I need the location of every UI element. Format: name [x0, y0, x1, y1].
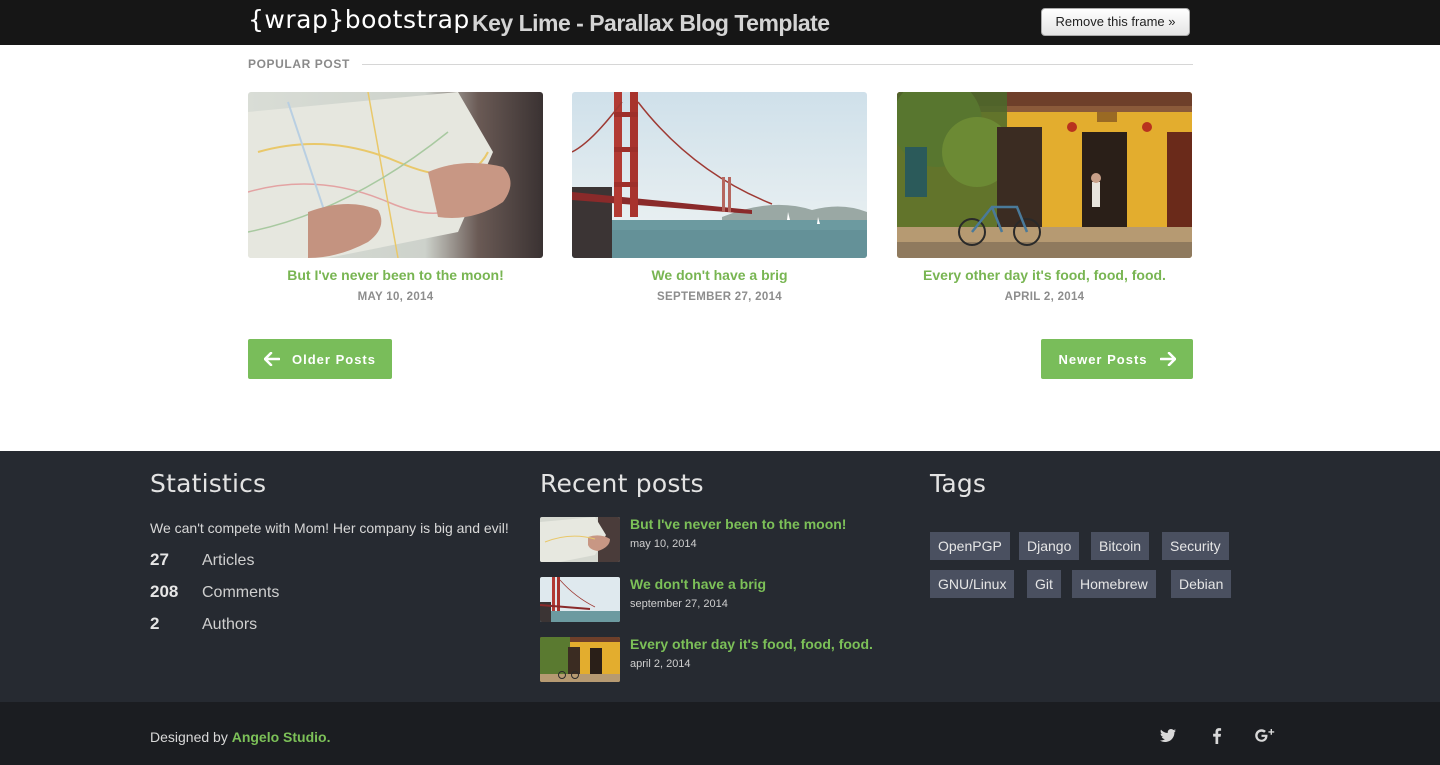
- section-divider: [358, 64, 1193, 65]
- popular-post-card[interactable]: We don't have a brig SEPTEMBER 27, 2014: [572, 92, 867, 303]
- recent-post-date: may 10, 2014: [630, 538, 697, 550]
- stat-row: 2 Authors: [150, 614, 510, 634]
- tag-git[interactable]: Git: [1027, 570, 1061, 598]
- recent-post-date: april 2, 2014: [630, 658, 691, 670]
- stat-label: Articles: [202, 552, 255, 569]
- popular-post-card[interactable]: But I've never been to the moon! MAY 10,…: [248, 92, 543, 303]
- stat-label: Authors: [202, 616, 258, 633]
- recent-posts-heading: Recent posts: [540, 469, 704, 498]
- post-date: APRIL 2, 2014: [1004, 291, 1085, 303]
- popular-post-heading: POPULAR POST: [248, 57, 362, 71]
- popular-post-header: POPULAR POST: [248, 56, 1193, 74]
- tag-gnu-linux[interactable]: GNU/Linux: [930, 570, 1015, 598]
- bottom-bar: Designed by Angelo Studio.: [0, 702, 1440, 765]
- recent-post-date: september 27, 2014: [630, 598, 728, 610]
- angelo-studio-link[interactable]: Angelo Studio.: [232, 729, 331, 745]
- post-title[interactable]: Every other day it's food, food, food.: [897, 267, 1192, 283]
- frame-title: Key Lime - Parallax Blog Template: [472, 10, 830, 36]
- google-plus-icon[interactable]: [1254, 726, 1276, 746]
- recent-post-item[interactable]: Every other day it's food, food, food. a…: [540, 636, 920, 683]
- tag-django[interactable]: Django: [1019, 532, 1080, 560]
- recent-post-thumb-bridge[interactable]: [540, 577, 620, 622]
- tag-security[interactable]: Security: [1162, 532, 1229, 560]
- newer-posts-button[interactable]: Newer Posts: [1041, 339, 1193, 379]
- statistics-section: Statistics We can't compete with Mom! He…: [150, 469, 510, 634]
- recent-post-thumb-yellow-house[interactable]: [540, 637, 620, 682]
- stat-value: 208: [150, 582, 179, 601]
- footer: Statistics We can't compete with Mom! He…: [0, 451, 1440, 702]
- arrow-left-icon: [264, 352, 281, 366]
- post-date: SEPTEMBER 27, 2014: [657, 291, 782, 303]
- post-title[interactable]: But I've never been to the moon!: [248, 267, 543, 283]
- post-image-map[interactable]: [248, 92, 543, 258]
- stat-row: 27 Articles: [150, 550, 510, 570]
- remove-frame-button[interactable]: Remove this frame »: [1041, 8, 1190, 36]
- tag-debian[interactable]: Debian: [1171, 570, 1232, 598]
- post-title[interactable]: We don't have a brig: [572, 267, 867, 283]
- facebook-icon[interactable]: [1207, 726, 1227, 746]
- stat-value: 2: [150, 614, 160, 633]
- recent-posts-section: Recent posts But I've never been to the …: [540, 469, 920, 682]
- stat-row: 208 Comments: [150, 582, 510, 602]
- statistics-heading: Statistics: [150, 469, 267, 498]
- recent-post-thumb-map[interactable]: [540, 517, 620, 562]
- wrapbootstrap-logo[interactable]: {wrap}bootstrap: [248, 5, 470, 34]
- recent-post-title[interactable]: But I've never been to the moon!: [630, 516, 846, 532]
- older-posts-button[interactable]: Older Posts: [248, 339, 392, 379]
- popular-post-card[interactable]: Every other day it's food, food, food. A…: [897, 92, 1192, 303]
- credit-prefix: Designed by: [150, 729, 232, 745]
- recent-post-title[interactable]: Every other day it's food, food, food.: [630, 636, 873, 652]
- tag-bitcoin[interactable]: Bitcoin: [1091, 532, 1150, 560]
- recent-post-item[interactable]: We don't have a brig september 27, 2014: [540, 576, 920, 623]
- stat-value: 27: [150, 550, 169, 569]
- post-date: MAY 10, 2014: [357, 291, 434, 303]
- older-posts-label: Older Posts: [292, 351, 376, 367]
- frame-bar: {wrap}bootstrap Key Lime - Parallax Blog…: [0, 0, 1440, 45]
- designer-credit: Designed by Angelo Studio.: [150, 729, 330, 745]
- post-image-bridge[interactable]: [572, 92, 867, 258]
- post-image-yellow-house[interactable]: [897, 92, 1192, 258]
- tags-heading: Tags: [930, 469, 987, 498]
- arrow-right-icon: [1159, 352, 1176, 366]
- tags-section: Tags OpenPGP Django Bitcoin Security GNU…: [930, 469, 1250, 598]
- tag-openpgp[interactable]: OpenPGP: [930, 532, 1010, 560]
- statistics-text: We can't compete with Mom! Her company i…: [150, 520, 509, 536]
- stat-label: Comments: [202, 584, 280, 601]
- newer-posts-label: Newer Posts: [1058, 351, 1148, 367]
- recent-post-title[interactable]: We don't have a brig: [630, 576, 766, 592]
- tag-homebrew[interactable]: Homebrew: [1072, 570, 1156, 598]
- twitter-icon[interactable]: [1158, 726, 1178, 746]
- recent-post-item[interactable]: But I've never been to the moon! may 10,…: [540, 516, 920, 563]
